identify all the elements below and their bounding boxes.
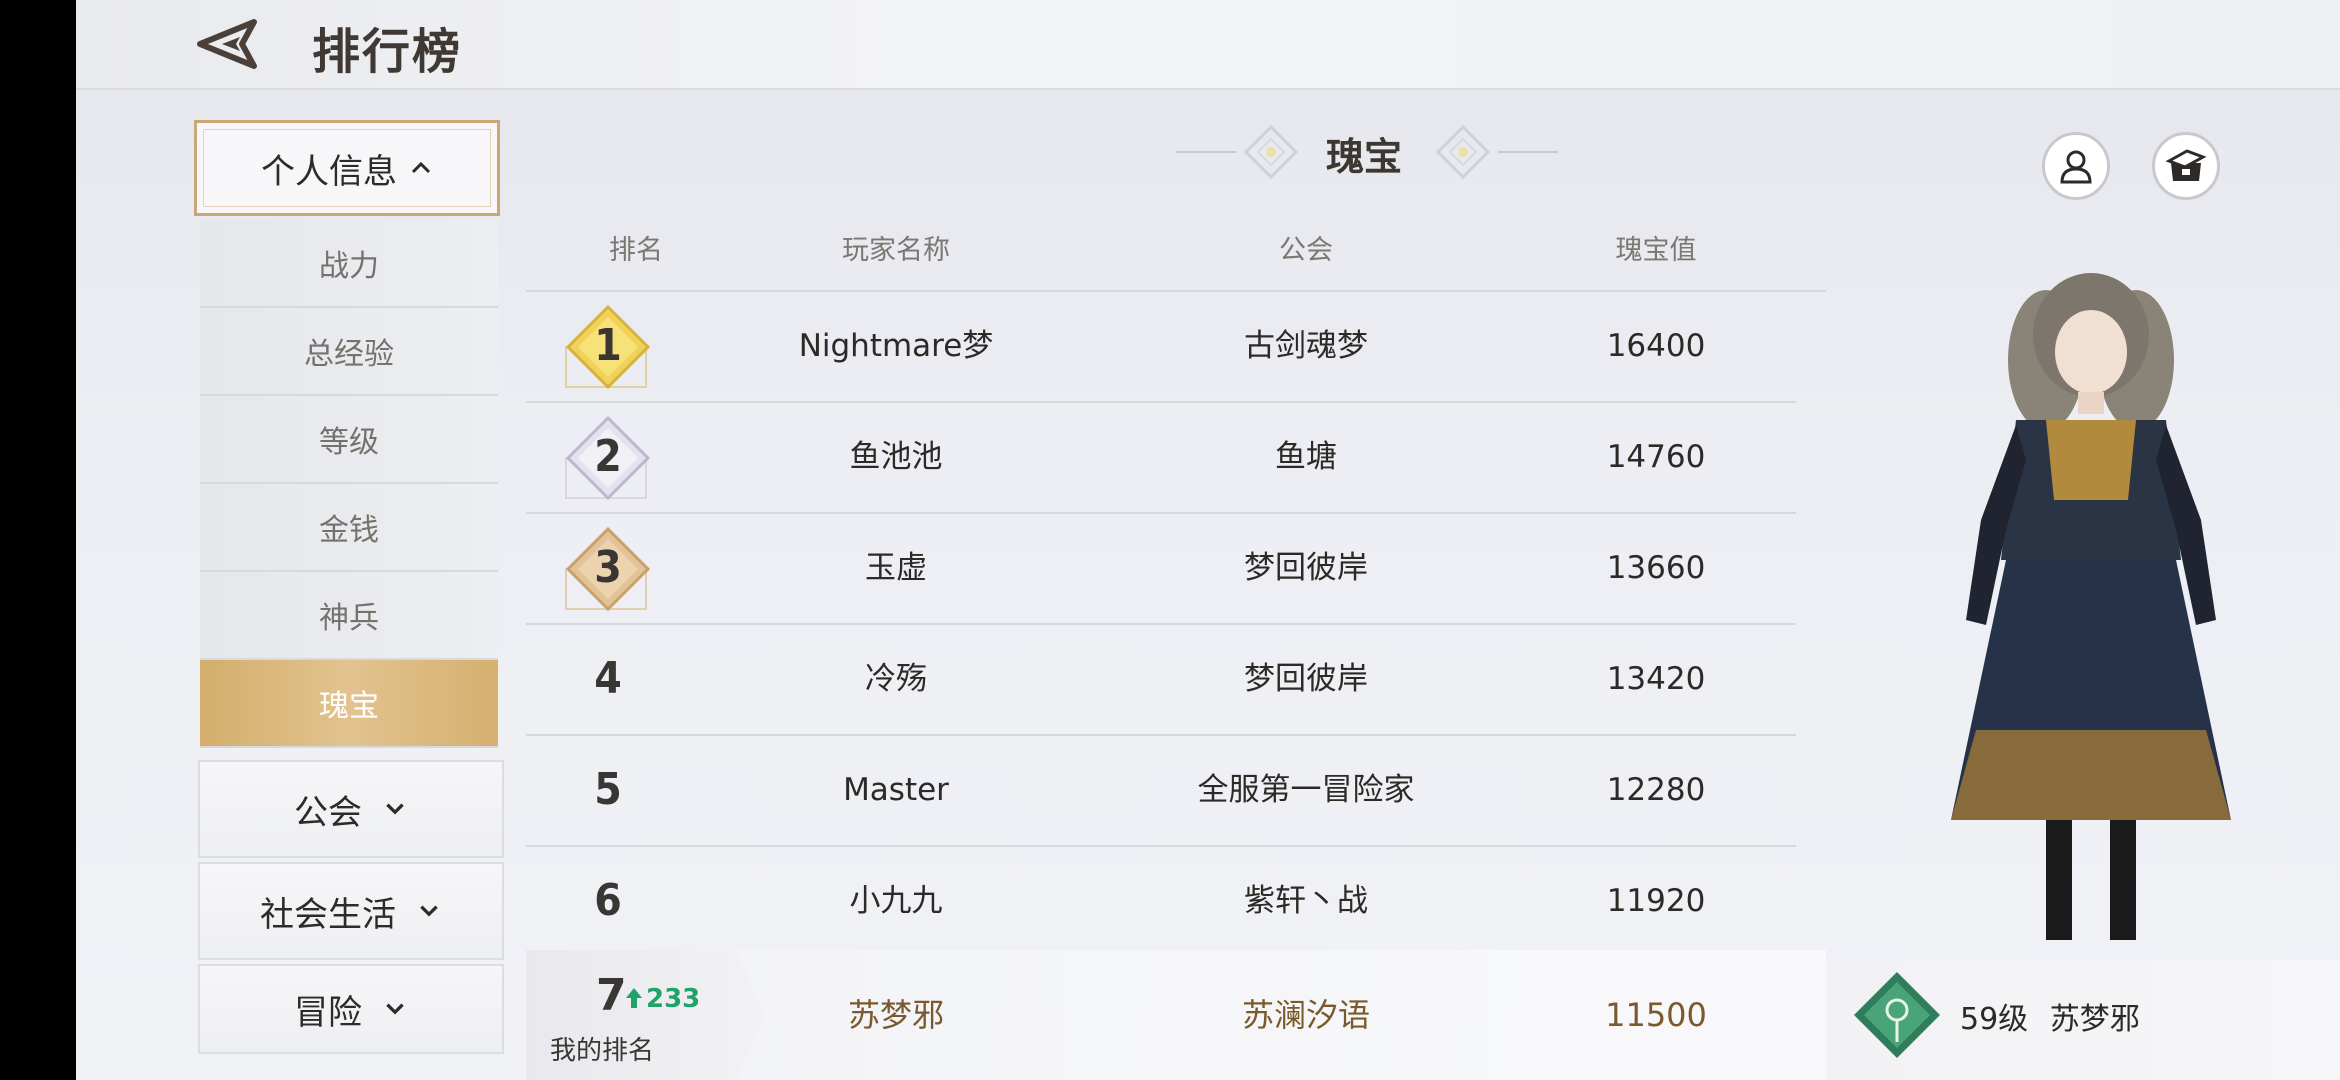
back-icon <box>197 19 257 69</box>
sub-item-treasure[interactable]: 瑰宝 <box>200 660 498 748</box>
column-header-rank: 排名 <box>609 235 663 266</box>
table-row[interactable]: 1 Nightmare梦 古剑魂梦 16400 <box>526 291 1796 403</box>
guild-name: 梦回彼岸 <box>1244 550 1368 586</box>
table-row[interactable]: 2 鱼池池 鱼塘 14760 <box>526 402 1796 514</box>
player-level: 59级 <box>1960 1002 2029 1037</box>
treasure-value: 13660 <box>1606 550 1706 586</box>
menu-group-guild[interactable]: 公会 <box>198 760 504 858</box>
menu-header-frame <box>203 129 491 207</box>
rank-change: 233 <box>646 984 701 1014</box>
profile-icon <box>2060 150 2092 184</box>
sub-item-total-exp[interactable]: 总经验 <box>200 308 498 396</box>
guild-name: 全服第一冒险家 <box>1197 772 1415 808</box>
guild-name: 紫轩丶战 <box>1244 883 1368 919</box>
menu-group-social-life[interactable]: 社会生活 <box>198 862 504 960</box>
guild-name: 古剑魂梦 <box>1244 328 1368 364</box>
title-ornament-right-icon <box>1435 124 1558 180</box>
table-row[interactable]: 4 冷殇 梦回彼岸 13420 <box>526 624 1796 736</box>
column-header-treasure-value: 瑰宝值 <box>1615 235 1697 266</box>
title-ornament-left-icon <box>1176 124 1299 180</box>
chevron-down-icon <box>386 1003 404 1015</box>
arrow-up-icon <box>626 988 642 1008</box>
chevron-down-icon <box>420 905 438 917</box>
table-row[interactable]: 3 玉虚 梦回彼岸 13660 <box>526 513 1796 625</box>
my-rank-number: 7 <box>596 970 627 1021</box>
column-header-guild: 公会 <box>1279 235 1333 266</box>
sub-item-divine-weapon[interactable]: 神兵 <box>200 572 498 660</box>
chest-icon <box>2165 149 2207 181</box>
player-name: 冷殇 <box>865 661 927 697</box>
ranking-screen: 排行榜 个人信息 战力 总经验 等级 金钱 神兵 瑰宝 公会 社会生活 冒险 瑰… <box>76 0 2340 1080</box>
menu-group-adventure[interactable]: 冒险 <box>198 964 504 1054</box>
guild-name: 梦回彼岸 <box>1244 661 1368 697</box>
guild-emblem-icon <box>1854 972 1940 1058</box>
sub-item-label: 神兵 <box>319 601 379 636</box>
page-title: 排行榜 <box>312 24 463 80</box>
table-header: 排名 玩家名称 公会 瑰宝值 <box>526 210 1826 292</box>
treasure-value: 16400 <box>1606 328 1706 364</box>
rank-number: 6 <box>594 875 622 926</box>
treasure-value: 12280 <box>1606 772 1706 808</box>
rank-number: 2 <box>594 431 622 482</box>
chevron-down-icon <box>386 803 404 815</box>
treasure-value: 11920 <box>1606 883 1706 919</box>
menu-group-label: 冒险 <box>294 992 362 1033</box>
rank-number: 4 <box>594 653 622 704</box>
rank-number: 5 <box>594 764 622 815</box>
player-name: Nightmare梦 <box>798 328 994 364</box>
menu-group-label: 社会生活 <box>260 894 396 935</box>
player-name: Master <box>843 772 949 808</box>
sub-item-label: 瑰宝 <box>319 689 379 724</box>
player-info: 59级 苏梦邪 <box>1960 994 2140 1038</box>
menu-header-personal[interactable]: 个人信息 <box>194 120 500 216</box>
my-player-name: 苏梦邪 <box>847 996 944 1034</box>
table-row[interactable]: 6 小九九 紫轩丶战 11920 <box>526 846 1796 956</box>
player-name: 小九九 <box>849 883 943 919</box>
reward-chest-button[interactable] <box>2152 132 2220 200</box>
player-name: 玉虚 <box>865 550 927 586</box>
category-title: 瑰宝 <box>1326 134 1403 179</box>
sub-item-label: 等级 <box>319 425 379 460</box>
rank-number: 1 <box>594 320 622 371</box>
sub-menu-list: 战力 总经验 等级 金钱 神兵 瑰宝 <box>200 220 498 748</box>
sub-item-level[interactable]: 等级 <box>200 396 498 484</box>
treasure-value: 13420 <box>1606 661 1706 697</box>
rank-number: 3 <box>594 542 622 593</box>
character-portrait <box>1951 273 2231 940</box>
top-bar: 排行榜 <box>76 0 2340 90</box>
profile-button[interactable] <box>2042 132 2110 200</box>
sub-item-label: 总经验 <box>304 337 394 372</box>
sub-item-combat-power[interactable]: 战力 <box>200 220 498 308</box>
guild-name: 鱼塘 <box>1275 439 1337 475</box>
player-name-label: 苏梦邪 <box>2049 1002 2140 1037</box>
sub-item-label: 战力 <box>319 249 379 284</box>
table-row[interactable]: 5 Master 全服第一冒险家 12280 <box>526 735 1796 847</box>
my-guild-name: 苏澜汐语 <box>1241 996 1370 1034</box>
my-rank-label: 我的排名 <box>550 1036 655 1066</box>
treasure-value: 14760 <box>1606 439 1706 475</box>
player-name: 鱼池池 <box>849 439 943 475</box>
menu-group-label: 公会 <box>294 792 362 833</box>
my-treasure-value: 11500 <box>1605 996 1707 1034</box>
column-header-player-name: 玩家名称 <box>842 235 950 266</box>
my-rank-row[interactable]: 7 233 我的排名 苏梦邪 苏澜汐语 11500 <box>526 950 1826 1080</box>
sub-item-money[interactable]: 金钱 <box>200 484 498 572</box>
sub-item-label: 金钱 <box>319 513 379 548</box>
